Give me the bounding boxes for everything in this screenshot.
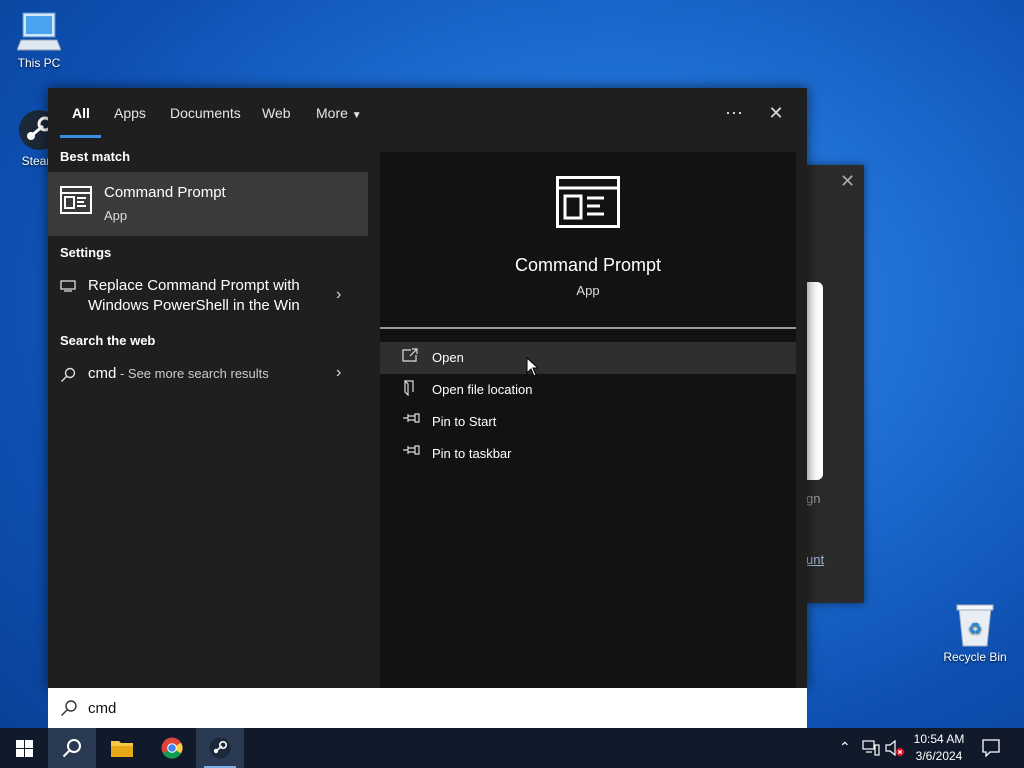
chrome-icon	[161, 737, 183, 759]
action-open[interactable]: Open	[380, 342, 796, 374]
tab-apps[interactable]: Apps	[114, 105, 146, 121]
web-search-item[interactable]: cmd - See more search results ›	[48, 364, 368, 390]
clock-date: 3/6/2024	[915, 749, 963, 763]
settings-item-line1: Replace Command Prompt with	[88, 277, 300, 294]
action-pin-to-taskbar-label: Pin to taskbar	[432, 446, 512, 461]
taskbar-steam[interactable]	[196, 728, 244, 768]
taskbar-file-explorer[interactable]	[98, 728, 146, 768]
recycle-bin-icon: ♻	[956, 604, 994, 647]
best-match-item[interactable]: Command Prompt App	[48, 172, 368, 236]
close-icon[interactable]: ✕	[840, 171, 855, 192]
desktop-icon-this-pc[interactable]: This PC	[4, 10, 74, 70]
pin-icon	[403, 413, 420, 423]
desktop-icon-recycle-bin[interactable]: ♻ Recycle Bin	[940, 602, 1010, 664]
steam-icon	[209, 737, 231, 759]
file-explorer-icon	[111, 741, 133, 757]
ellipsis-icon[interactable]: ⋯	[719, 98, 749, 128]
preview-pane: Command Prompt App Open Open file locati…	[380, 152, 796, 688]
dialog-link[interactable]: unt	[806, 552, 824, 567]
divider	[380, 327, 796, 329]
web-search-query: cmd	[88, 365, 117, 382]
chevron-right-icon: ›	[336, 286, 342, 303]
settings-item-line2: Windows PowerShell in the Win	[88, 297, 300, 314]
computer-icon	[17, 12, 61, 51]
volume-muted-icon[interactable]	[885, 739, 905, 757]
network-icon[interactable]	[862, 740, 880, 756]
web-search-suffix: - See more search results	[116, 366, 269, 381]
dialog-card	[806, 282, 823, 480]
file-location-icon	[404, 380, 414, 396]
search-icon	[61, 700, 77, 716]
preview-subtitle: App	[576, 283, 600, 298]
pin-icon	[403, 445, 420, 455]
taskbar: ⌃ 10:54 AM 3/6/2024	[0, 728, 1024, 768]
taskbar-search-button[interactable]	[48, 728, 96, 768]
action-pin-to-taskbar[interactable]: Pin to taskbar	[380, 438, 796, 470]
chevron-up-icon[interactable]: ⌃	[839, 739, 851, 756]
dialog-text: gn	[806, 491, 821, 506]
desktop-icon-label: Recycle Bin	[943, 650, 1007, 664]
action-open-file-location-label: Open file location	[432, 382, 533, 397]
tab-web[interactable]: Web	[262, 105, 291, 121]
notification-icon[interactable]	[982, 739, 1000, 757]
background-dialog: ✕ gn unt	[806, 165, 864, 603]
start-icon	[16, 740, 33, 757]
action-open-label: Open	[432, 350, 464, 365]
monitor-icon	[60, 280, 76, 292]
taskbar-chrome[interactable]	[148, 728, 196, 768]
search-icon	[62, 739, 81, 758]
best-match-title: Command Prompt	[104, 184, 226, 201]
start-button[interactable]	[0, 728, 48, 768]
mouse-cursor-icon	[526, 357, 538, 377]
command-prompt-icon	[60, 186, 92, 214]
close-icon[interactable]: ✕	[761, 98, 791, 128]
chevron-right-icon: ›	[336, 364, 342, 381]
section-search-web: Search the web	[60, 333, 156, 348]
action-pin-to-start[interactable]: Pin to Start	[380, 406, 796, 438]
search-input[interactable]: cmd	[88, 700, 116, 717]
action-pin-to-start-label: Pin to Start	[432, 414, 497, 429]
search-icon	[61, 367, 76, 382]
tab-more[interactable]: More ▼	[316, 105, 362, 121]
preview-title: Command Prompt	[514, 255, 662, 275]
best-match-subtitle: App	[104, 208, 128, 223]
tab-all[interactable]: All	[72, 105, 90, 121]
caret-down-icon: ▼	[351, 110, 362, 121]
section-best-match: Best match	[60, 149, 131, 164]
tab-more-label: More	[316, 105, 348, 121]
search-box[interactable]: cmd	[48, 688, 807, 728]
settings-item[interactable]: Replace Command Prompt with Windows Powe…	[48, 274, 368, 318]
command-prompt-icon	[556, 176, 620, 228]
action-open-file-location[interactable]: Open file location	[380, 374, 796, 406]
active-tab-indicator	[60, 135, 101, 138]
web-search-label: cmd - See more search results	[88, 364, 269, 384]
svg-text:♻: ♻	[968, 619, 982, 638]
open-icon	[402, 348, 418, 362]
section-settings: Settings	[60, 245, 112, 260]
tab-documents[interactable]: Documents	[170, 105, 241, 121]
clock-time: 10:54 AM	[913, 732, 965, 746]
taskbar-clock[interactable]: 10:54 AM 3/6/2024	[906, 731, 972, 765]
search-tabs: All Apps Documents Web More ▼ ⋯ ✕	[48, 88, 807, 138]
search-panel: All Apps Documents Web More ▼ ⋯ ✕ Best m…	[48, 88, 807, 688]
desktop-icon-label: This PC	[17, 56, 61, 70]
